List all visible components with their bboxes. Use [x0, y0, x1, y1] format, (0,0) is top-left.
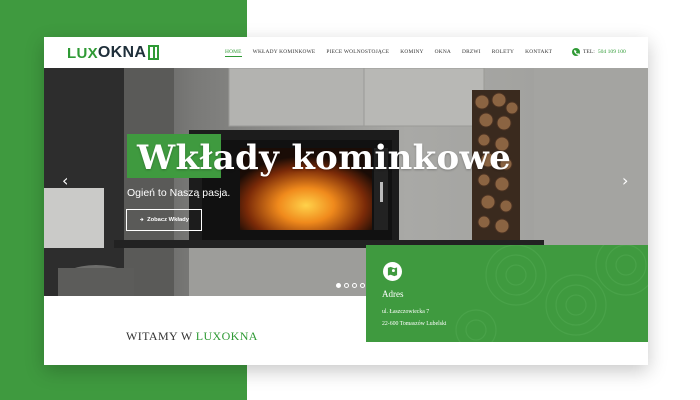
nav-item-drzwi[interactable]: DRZWI: [462, 49, 481, 57]
site-header: LUX OKNA HOME WKŁADY KOMINKOWE PIECE WOLN…: [44, 37, 648, 68]
map-icon: [383, 262, 402, 281]
slider-dot-1[interactable]: [336, 283, 341, 288]
logo-lux-text: LUX: [67, 44, 98, 62]
welcome-prefix: WITAMY W: [126, 329, 193, 343]
nav-item-kominy[interactable]: KOMINY: [400, 49, 423, 57]
view-inserts-button[interactable]: Zobacz Wkłady: [126, 209, 202, 231]
phone-icon: [572, 48, 580, 56]
hero-subtitle: Ogień to Naszą pasja.: [127, 187, 231, 199]
slider-dots: [336, 283, 365, 288]
welcome-heading: WITAMY W LUXOKNA: [126, 329, 258, 344]
welcome-brand: LUXOKNA: [195, 329, 258, 343]
arrow-right-icon: [139, 217, 144, 224]
nav-item-rolety[interactable]: ROLETY: [492, 49, 514, 57]
address-city: 22-600 Tomaszów Lubelski: [382, 321, 447, 327]
main-navigation: HOME WKŁADY KOMINKOWE PIECE WOLNOSTOJĄCE…: [225, 49, 552, 57]
slider-dot-4[interactable]: [360, 283, 365, 288]
phone-label: TEL:: [583, 49, 595, 55]
nav-item-piece-wolnostojace[interactable]: PIECE WOLNOSTOJĄCE: [326, 49, 389, 57]
phone-contact[interactable]: TEL: 504 109 100: [572, 48, 626, 56]
nav-item-okna[interactable]: OKNA: [435, 49, 451, 57]
address-title: Adres: [382, 289, 404, 299]
slider-dot-3[interactable]: [352, 283, 357, 288]
address-panel: Adres ul. Łaszczowiecka 7 22-600 Tomaszó…: [366, 245, 648, 342]
address-street: ul. Łaszczowiecka 7: [382, 309, 430, 315]
logo-okna-text: OKNA: [97, 44, 147, 61]
decorative-pattern: [455, 245, 648, 342]
slider-next-arrow[interactable]: ›: [622, 173, 628, 189]
view-inserts-label: Zobacz Wkłady: [147, 217, 189, 223]
window-logo-icon: [148, 44, 160, 60]
nav-item-kontakt[interactable]: KONTAKT: [525, 49, 552, 57]
site-logo[interactable]: LUX OKNA: [67, 44, 160, 62]
phone-number: 504 109 100: [597, 49, 626, 55]
hero-title: Wkłady kominkowe: [137, 138, 512, 178]
nav-item-home[interactable]: HOME: [225, 49, 242, 57]
slider-prev-arrow[interactable]: ‹: [62, 173, 68, 189]
slider-dot-2[interactable]: [344, 283, 349, 288]
website-preview: LUX OKNA HOME WKŁADY KOMINKOWE PIECE WOLN…: [44, 37, 648, 365]
nav-item-wklady-kominkowe[interactable]: WKŁADY KOMINKOWE: [253, 49, 316, 57]
